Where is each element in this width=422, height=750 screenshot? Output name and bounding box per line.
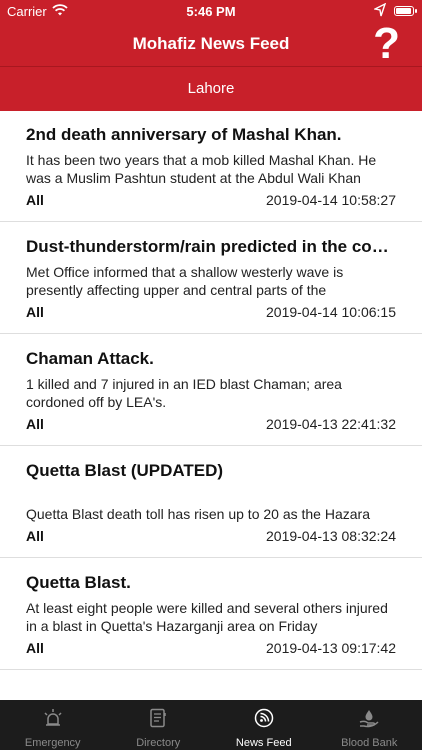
city-label: Lahore <box>187 80 235 97</box>
news-summary: At least eight people were killed and se… <box>26 600 388 634</box>
battery-icon <box>394 6 417 16</box>
news-headline: Dust-thunderstorm/rain predicted in the … <box>26 237 396 256</box>
news-item[interactable]: Quetta Blast. At least eight people were… <box>0 558 422 670</box>
news-summary: It has been two years that a mob killed … <box>26 152 377 186</box>
news-headline: Quetta Blast (UPDATED) <box>26 461 224 480</box>
news-item[interactable]: Quetta Blast (UPDATED) Quetta Blast deat… <box>0 446 422 558</box>
tab-emergency[interactable]: Emergency <box>0 700 106 750</box>
news-timestamp: 2019-04-13 09:17:42 <box>266 640 396 656</box>
news-timestamp: 2019-04-14 10:06:15 <box>266 304 396 320</box>
news-item[interactable]: 2nd death anniversary of Mashal Khan. It… <box>0 110 422 222</box>
tab-label: News Feed <box>235 737 292 749</box>
news-summary: Met Office informed that a shallow weste… <box>26 264 344 298</box>
tab-label: Emergency <box>24 737 81 749</box>
status-time: 5:46 PM <box>186 4 236 19</box>
tab-directory[interactable]: Directory <box>106 700 212 750</box>
status-bar: Carrier 5:46 PM <box>0 0 422 24</box>
siren-icon <box>44 709 62 726</box>
news-item[interactable]: Chaman Attack. 1 killed and 7 injured in… <box>0 334 422 446</box>
news-headline: 2nd death anniversary of Mashal Khan. <box>26 125 342 144</box>
news-category: All <box>26 416 44 432</box>
news-summary: 1 killed and 7 injured in an IED blast C… <box>26 376 342 410</box>
location-arrow-icon <box>374 3 386 17</box>
news-category: All <box>26 192 44 208</box>
news-timestamp: 2019-04-13 22:41:32 <box>266 416 396 432</box>
tab-blood-bank[interactable]: Blood Bank <box>317 700 422 750</box>
page-title: Mohafiz News Feed <box>132 34 290 53</box>
news-item[interactable]: Dust-thunderstorm/rain predicted in the … <box>0 222 422 334</box>
tab-news-feed[interactable]: News Feed <box>211 700 317 750</box>
news-category: All <box>26 640 44 656</box>
city-selector[interactable]: Lahore <box>0 66 422 111</box>
news-headline: Chaman Attack. <box>26 349 154 368</box>
news-feed-list[interactable]: 2nd death anniversary of Mashal Khan. It… <box>0 110 422 700</box>
tab-bar: Emergency Directory News Feed Blood Bank <box>0 700 422 750</box>
news-feed-icon <box>254 708 273 728</box>
tab-label: Blood Bank <box>341 737 398 749</box>
news-category: All <box>26 528 44 544</box>
news-summary: Quetta Blast death toll has risen up to … <box>26 506 370 522</box>
nav-bar: Mohafiz News Feed ? <box>0 22 422 66</box>
news-headline: Quetta Blast. <box>26 573 131 592</box>
news-timestamp: 2019-04-14 10:58:27 <box>266 192 396 208</box>
blood-bank-icon <box>360 710 379 728</box>
news-category: All <box>26 304 44 320</box>
directory-icon <box>150 708 166 728</box>
news-timestamp: 2019-04-13 08:32:24 <box>266 528 396 544</box>
tab-label: Directory <box>136 737 181 749</box>
help-button[interactable]: ? <box>373 22 400 66</box>
